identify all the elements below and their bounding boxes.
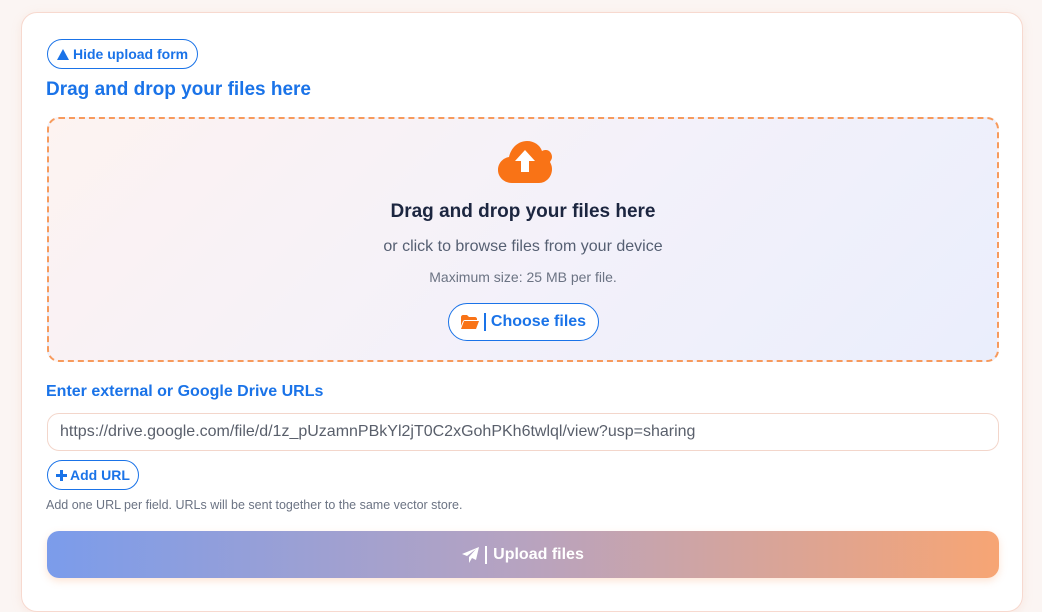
divider xyxy=(483,313,486,331)
upload-section-title: Drag and drop your files here xyxy=(46,79,311,100)
upload-files-button[interactable]: Upload files xyxy=(47,531,999,578)
cloud-upload-icon xyxy=(498,141,552,183)
folder-open-icon xyxy=(460,315,479,329)
hide-upload-form-button[interactable]: Hide upload form xyxy=(47,39,199,69)
upload-files-label: Upload files xyxy=(493,545,584,563)
dropzone-subtitle: or click to browse files from your devic… xyxy=(383,238,663,255)
max-size-note: Maximum size: 25 MB per file. xyxy=(429,269,617,285)
dropzone-title: Drag and drop your files here xyxy=(390,201,656,222)
urls-label: Enter external or Google Drive URLs xyxy=(46,383,324,400)
add-url-label: Add URL xyxy=(70,467,130,483)
triangle-up-icon xyxy=(57,48,69,60)
urls-hint: Add one URL per field. URLs will be sent… xyxy=(46,498,463,512)
plus-icon xyxy=(56,469,67,481)
hide-upload-form-label: Hide upload form xyxy=(73,46,189,62)
url-input[interactable] xyxy=(47,413,999,451)
choose-files-button[interactable]: Choose files xyxy=(448,303,599,341)
upload-card: Hide upload form Drag and drop your file… xyxy=(21,12,1023,612)
choose-files-label: Choose files xyxy=(490,313,587,330)
file-dropzone[interactable]: Drag and drop your files here or click t… xyxy=(47,117,999,362)
paper-plane-icon xyxy=(462,546,480,563)
add-url-button[interactable]: Add URL xyxy=(47,460,139,490)
divider xyxy=(485,545,488,564)
